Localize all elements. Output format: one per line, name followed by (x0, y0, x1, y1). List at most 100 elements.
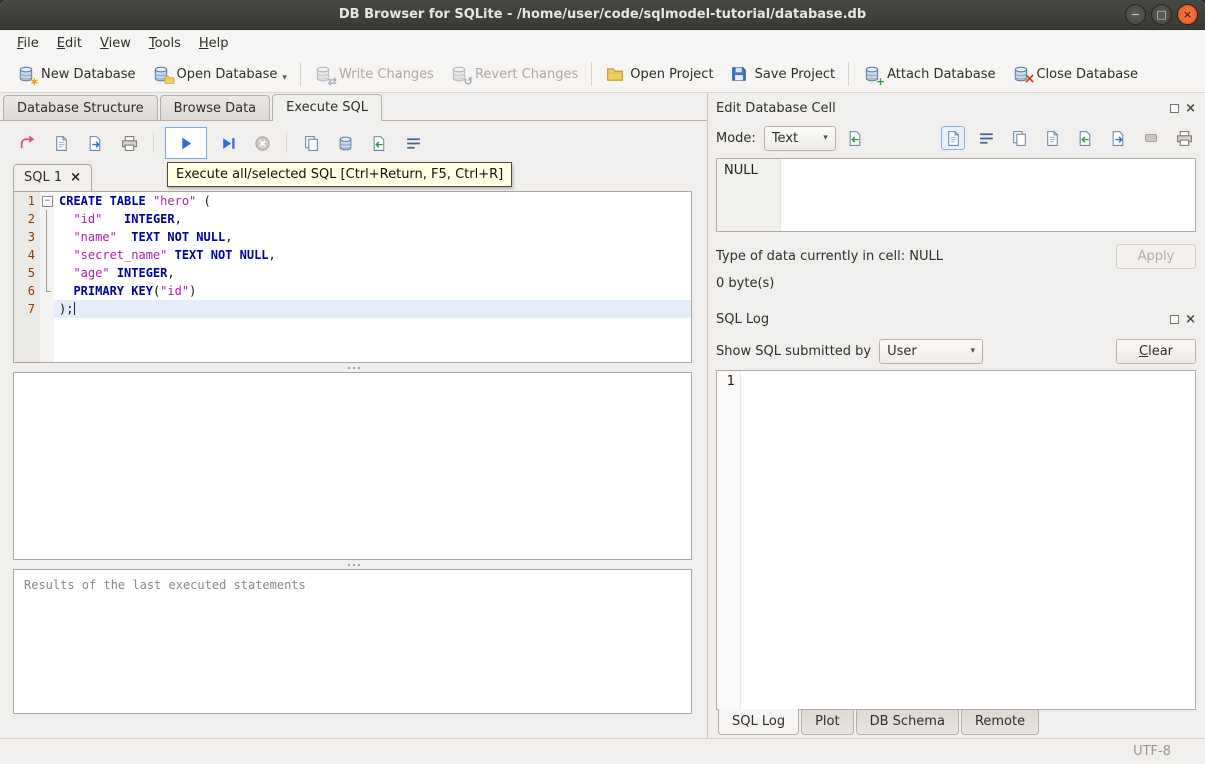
line-number: 6 (14, 282, 40, 300)
tab-execute-sql[interactable]: Execute SQL (272, 94, 383, 121)
close-button[interactable]: × (1177, 4, 1198, 25)
execute-line-icon[interactable] (215, 130, 241, 156)
import-cell-icon[interactable] (1073, 126, 1097, 150)
toolbar-separator (591, 62, 593, 86)
main-content: Database Structure Browse Data Execute S… (0, 93, 1205, 738)
maximize-button[interactable]: □ (1151, 4, 1172, 25)
fold-guide-icon (40, 246, 54, 264)
cell-editor[interactable]: NULL (716, 158, 1196, 232)
menubar: File Edit View Tools Help (0, 30, 1205, 56)
export-cell-icon[interactable] (1106, 126, 1130, 150)
edit-cell-dock-title: Edit Database Cell (716, 100, 836, 116)
editor-line-current: 7 ); (14, 300, 691, 318)
tab-remote[interactable]: Remote (960, 710, 1040, 735)
save-results-db-icon[interactable] (332, 130, 358, 156)
horizontal-splitter[interactable] (0, 363, 707, 372)
tab-database-structure[interactable]: Database Structure (3, 95, 158, 120)
attach-database-icon: + (862, 65, 885, 87)
sql-tab-1[interactable]: SQL 1 × (13, 164, 93, 191)
open-sql-file-icon[interactable] (14, 130, 40, 156)
minimize-button[interactable]: − (1125, 4, 1146, 25)
line-number: 2 (14, 210, 40, 228)
fold-guide-icon (40, 210, 54, 228)
cell-editor-icons (941, 126, 1196, 150)
main-toolbar: ∗ New Database Open Database ▾ ⇄ Write C… (0, 56, 1205, 93)
copy-cell-icon[interactable] (1007, 126, 1031, 150)
sql-editor[interactable]: 1 CREATE TABLE "hero" ( 2 "id" INTEGER, … (13, 191, 692, 363)
execute-sql-toolbar (0, 121, 707, 161)
results-grid[interactable] (13, 372, 692, 560)
save-project-icon (730, 65, 749, 83)
tab-db-schema[interactable]: DB Schema (855, 710, 959, 735)
clear-log-button[interactable]: Clear (1116, 338, 1196, 364)
print-sql-icon[interactable] (116, 130, 142, 156)
titlebar[interactable]: DB Browser for SQLite - /home/user/code/… (0, 0, 1205, 30)
tab-close-icon[interactable]: × (70, 171, 81, 184)
save-sql-file-icon[interactable] (82, 130, 108, 156)
fold-guide-icon (40, 300, 54, 318)
sql-log-dock-header: SQL Log × (716, 306, 1196, 332)
export-results-icon[interactable] (298, 130, 324, 156)
tab-plot[interactable]: Plot (801, 710, 854, 735)
code-line: PRIMARY KEY("id") (73, 284, 197, 298)
toolbar-separator (153, 133, 154, 153)
close-database-icon: × (1011, 65, 1035, 86)
results-message-pane[interactable]: Results of the last executed statements (13, 569, 692, 714)
statusbar: UTF-8 (0, 738, 1205, 764)
cell-type-info: Type of data currently in cell: NULL (716, 248, 943, 264)
word-wrap-icon[interactable] (974, 126, 998, 150)
apply-button: Apply (1116, 243, 1196, 269)
editor-empty-area[interactable] (14, 318, 691, 362)
editor-line: 6 PRIMARY KEY("id") (14, 282, 691, 300)
line-number: 7 (14, 300, 40, 318)
open-database-button[interactable]: Open Database ▾ (144, 60, 295, 88)
execute-all-icon (173, 130, 199, 156)
execute-all-button[interactable] (165, 127, 207, 159)
log-filter-combo[interactable]: User ▾ (879, 338, 984, 364)
menu-tools[interactable]: Tools (140, 32, 190, 55)
code-line: "age" INTEGER, (73, 266, 175, 280)
paste-cell-icon[interactable] (1040, 126, 1064, 150)
word-wrap-icon[interactable] (400, 130, 426, 156)
horizontal-splitter[interactable] (0, 560, 707, 569)
tab-browse-data[interactable]: Browse Data (159, 95, 271, 120)
close-database-button[interactable]: × Close Database (1003, 60, 1146, 88)
cell-mode-row: Mode: Text ▾ (716, 120, 1196, 156)
menu-file[interactable]: File (8, 32, 48, 55)
new-sql-tab-icon[interactable] (48, 130, 74, 156)
encoding-indicator: UTF-8 (1133, 744, 1171, 759)
fold-marker-icon[interactable] (40, 192, 54, 210)
dock-close-icon[interactable]: × (1185, 313, 1196, 326)
dock-float-icon[interactable] (1170, 314, 1180, 324)
menu-edit[interactable]: Edit (48, 32, 91, 55)
dock-float-icon[interactable] (1170, 103, 1180, 113)
format-sql-icon[interactable] (366, 130, 392, 156)
attach-database-button[interactable]: + Attach Database (854, 60, 1003, 88)
toolbar-separator (299, 62, 301, 86)
tab-sql-log[interactable]: SQL Log (718, 709, 800, 735)
menu-view[interactable]: View (91, 32, 140, 55)
editor-line: 1 CREATE TABLE "hero" ( (14, 192, 691, 210)
left-pane: Database Structure Browse Data Execute S… (0, 93, 707, 738)
mode-label: Mode: (716, 130, 756, 146)
code-line: CREATE TABLE "hero" ( (59, 194, 211, 208)
text-mode-icon[interactable] (941, 126, 965, 150)
mode-combo[interactable]: Text ▾ (763, 125, 836, 151)
write-changes-icon: ⇄ (314, 65, 337, 87)
open-database-dropdown-icon[interactable]: ▾ (282, 73, 287, 83)
new-database-button[interactable]: ∗ New Database (8, 60, 144, 88)
print-cell-icon[interactable] (1172, 126, 1196, 150)
code-line: "name" TEXT NOT NULL, (73, 230, 233, 244)
right-pane: Edit Database Cell × Mode: Text ▾ NULL T… (707, 93, 1205, 738)
set-null-icon[interactable] (1139, 126, 1163, 150)
menu-help[interactable]: Help (190, 32, 238, 55)
open-project-button[interactable]: Open Project (597, 60, 721, 88)
revert-changes-button: ↺ Revert Changes (442, 60, 586, 88)
save-project-button[interactable]: Save Project (722, 60, 844, 88)
sql-log-view[interactable]: 1 (716, 370, 1196, 710)
open-database-icon (152, 65, 171, 83)
code-line: "id" INTEGER, (73, 212, 182, 226)
fold-guide-icon (40, 264, 54, 282)
dock-close-icon[interactable]: × (1185, 102, 1196, 115)
auto-apply-icon[interactable] (844, 126, 868, 150)
